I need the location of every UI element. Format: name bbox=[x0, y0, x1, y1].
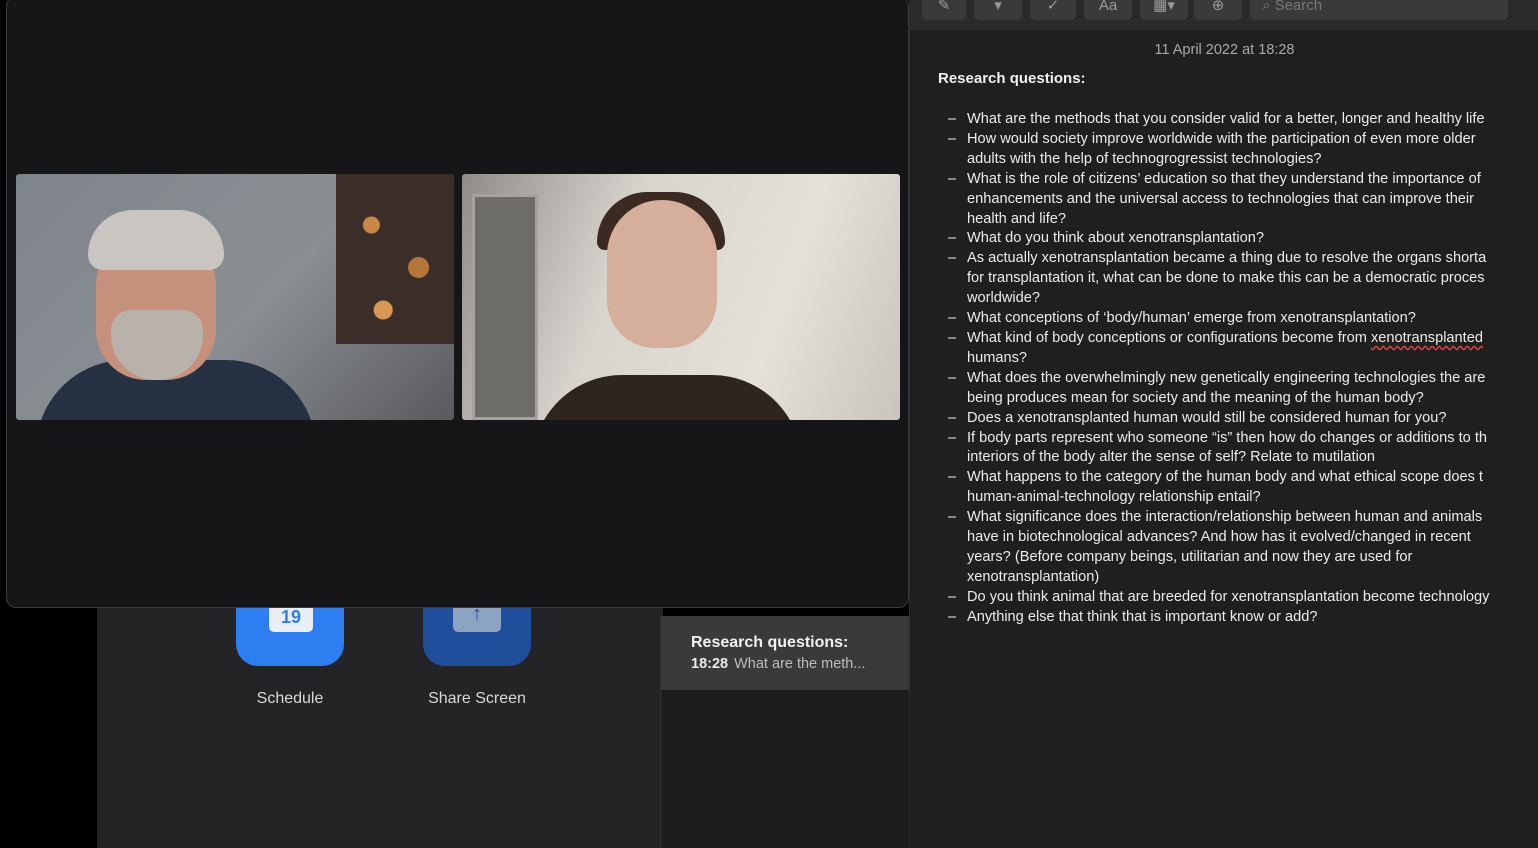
list-item: What do you think about xenotransplantat… bbox=[946, 229, 1538, 249]
notes-editor: ✎ ▾ ✓ Aa ▦▾ ⊕ ⌕ Search 11 April 2022 at … bbox=[909, 0, 1538, 848]
zoom-home-window: 19 Schedule ↑ Share Screen bbox=[97, 590, 663, 848]
list-item: Anything else that think that is importa… bbox=[946, 608, 1538, 628]
list-item: What significance does the interaction/r… bbox=[946, 508, 1538, 588]
notes-list: Research questions: 18:28 What are the me… bbox=[660, 616, 910, 848]
search-placeholder: Search bbox=[1274, 0, 1323, 14]
compose-icon[interactable]: ✎ bbox=[922, 0, 966, 20]
note-item-time: 18:28 bbox=[691, 656, 729, 672]
checklist-icon[interactable]: ✓ bbox=[1030, 0, 1076, 20]
list-item: As actually xenotransplantation became a… bbox=[946, 249, 1538, 309]
editor-toolbar: ✎ ▾ ✓ Aa ▦▾ ⊕ ⌕ Search bbox=[910, 0, 1538, 30]
note-list-item[interactable]: Research questions: 18:28 What are the me… bbox=[661, 616, 910, 690]
list-item: How would society improve worldwide with… bbox=[946, 130, 1538, 170]
background-lamps bbox=[336, 174, 454, 344]
list-item: What conceptions of ‘body/human’ emerge … bbox=[946, 309, 1538, 329]
trash-menu-icon[interactable]: ▾ bbox=[974, 0, 1022, 20]
note-item-title: Research questions: bbox=[691, 634, 849, 651]
list-item: Does a xenotransplanted human would stil… bbox=[946, 409, 1538, 429]
note-item-snippet: What are the meth... bbox=[734, 656, 866, 672]
list-item: Do you think animal that are breeded for… bbox=[946, 588, 1538, 608]
participant-video-1[interactable] bbox=[16, 174, 454, 420]
share-screen-label: Share Screen bbox=[428, 690, 526, 707]
table-menu-icon[interactable]: ▦▾ bbox=[1140, 0, 1188, 20]
list-item: If body parts represent who someone “is”… bbox=[946, 429, 1538, 469]
participant-video-2[interactable] bbox=[462, 174, 900, 420]
note-item-summary: 18:28 What are the meth... bbox=[691, 656, 865, 672]
question-list[interactable]: What are the methods that you consider v… bbox=[946, 110, 1538, 628]
background-door bbox=[472, 194, 538, 420]
note-heading: Research questions: bbox=[938, 70, 1086, 87]
list-item: What happens to the category of the huma… bbox=[946, 468, 1538, 508]
format-button[interactable]: Aa bbox=[1084, 0, 1132, 20]
list-item: What are the methods that you consider v… bbox=[946, 110, 1538, 130]
meeting-window bbox=[6, 0, 909, 608]
notes-search-field[interactable]: ⌕ Search bbox=[1250, 0, 1508, 20]
note-date: 11 April 2022 at 18:28 bbox=[1154, 42, 1295, 58]
list-item: What does the overwhelmingly new genetic… bbox=[946, 369, 1538, 409]
schedule-label: Schedule bbox=[256, 690, 324, 707]
share-note-icon[interactable]: ⊕ bbox=[1194, 0, 1242, 20]
list-item: What is the role of citizens’ education … bbox=[946, 170, 1538, 230]
list-item: What kind of body conceptions or configu… bbox=[946, 329, 1538, 369]
misspelled-word: xenotransplanted bbox=[1370, 329, 1483, 346]
